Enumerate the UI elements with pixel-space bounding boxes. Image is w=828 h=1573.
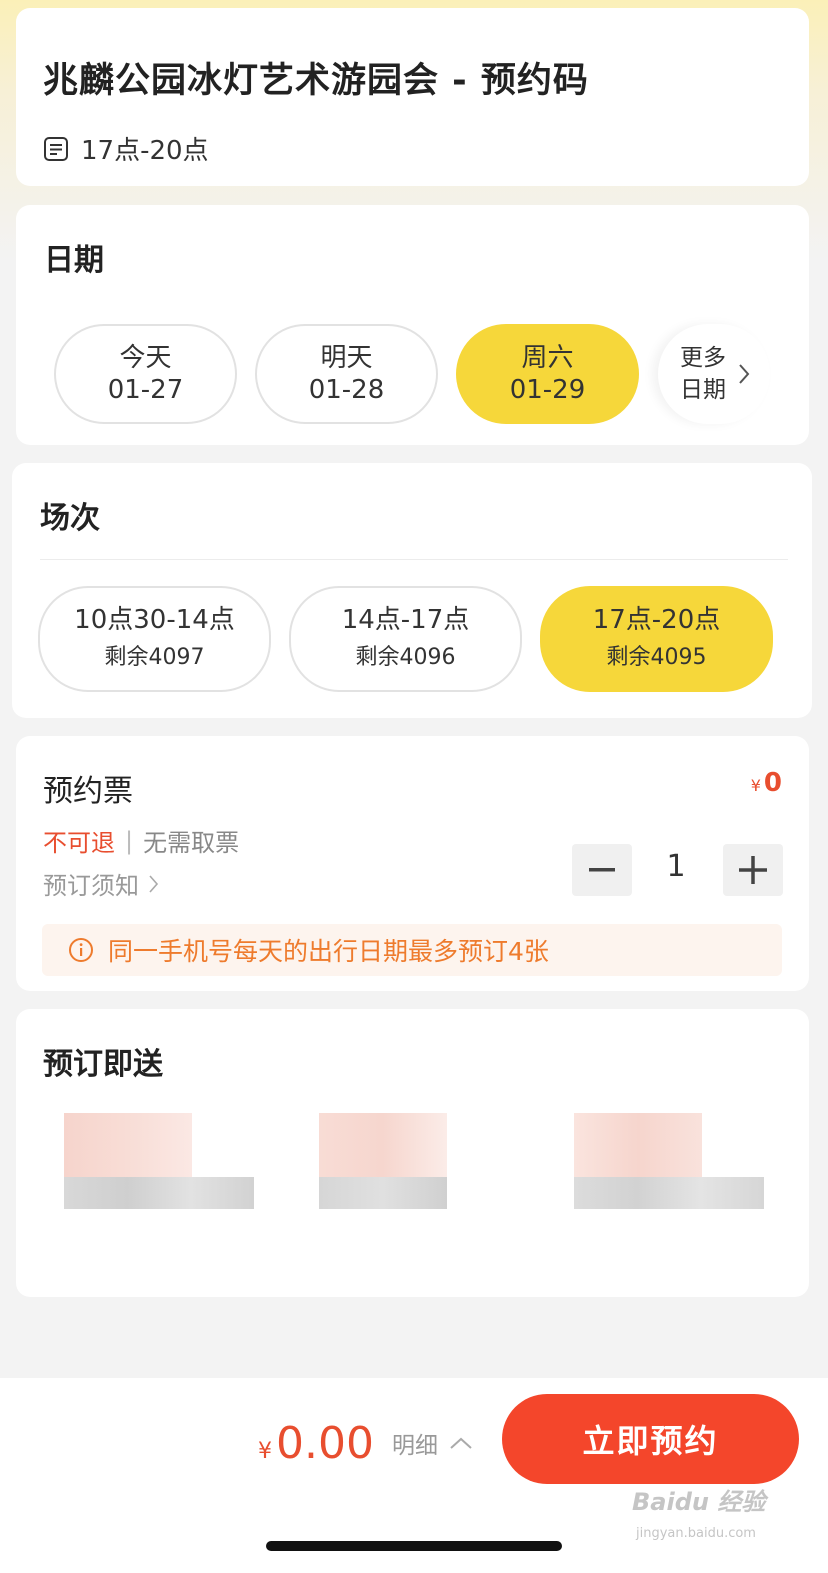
baidu-watermark: Baidu 经验	[632, 1488, 766, 1516]
document-list-icon	[44, 136, 68, 161]
gift-item-blurred	[64, 1113, 264, 1253]
session-option-1[interactable]: 10点30-14点 剩余4097	[38, 586, 271, 692]
section-divider	[40, 559, 788, 560]
quantity-value: 1	[666, 849, 686, 884]
minus-icon	[589, 868, 615, 872]
ticket-tags: 不可退 | 无需取票	[43, 823, 239, 858]
ticket-price: ¥0	[751, 768, 782, 798]
blurred-text	[319, 1177, 447, 1209]
session-section: 场次 10点30-14点 剩余4097 14点-17点 剩余4096 17点-2…	[12, 463, 812, 718]
session-time: 17点-20点	[592, 605, 721, 635]
tag-separator: |	[125, 826, 134, 855]
blurred-image	[319, 1113, 447, 1177]
total-amount: 0.00	[276, 1418, 374, 1469]
blurred-image	[574, 1113, 702, 1177]
date-option-today[interactable]: 今天 01-27	[54, 324, 237, 424]
date-option-day: 今天	[119, 343, 172, 373]
session-time: 14点-17点	[341, 605, 470, 635]
date-option-date: 01-29	[509, 375, 586, 405]
blurred-text	[574, 1177, 764, 1209]
session-time: 10点30-14点	[74, 605, 235, 635]
ticket-section: 预约票 ¥0 不可退 | 无需取票 预订须知 1 同一手机号每天的出行日期最多预…	[16, 736, 809, 991]
plus-icon	[739, 856, 767, 884]
book-now-button[interactable]: 立即预约	[502, 1394, 799, 1484]
baidu-watermark-url: jingyan.baidu.com	[636, 1526, 756, 1541]
increase-quantity-button[interactable]	[723, 844, 783, 896]
price-detail-label: 明细	[392, 1433, 438, 1459]
session-option-2[interactable]: 14点-17点 剩余4096	[289, 586, 522, 692]
booking-limit-text: 同一手机号每天的出行日期最多预订4张	[108, 937, 549, 966]
session-remaining: 剩余4096	[355, 645, 456, 670]
non-refundable-tag: 不可退	[43, 829, 115, 857]
home-indicator[interactable]	[266, 1541, 562, 1551]
chevron-right-icon	[739, 364, 750, 384]
more-dates-label-2: 日期	[680, 377, 726, 403]
gift-item-blurred	[574, 1113, 774, 1253]
session-option-3[interactable]: 17点-20点 剩余4095	[540, 586, 773, 692]
event-title: 兆麟公园冰灯艺术游园会 - 预约码	[43, 61, 589, 101]
session-remaining: 剩余4095	[606, 645, 707, 670]
date-option-date: 01-27	[107, 375, 184, 405]
date-section: 日期 今天 01-27 明天 01-28 周六 01-29 更多 日期	[16, 205, 809, 445]
info-icon	[69, 938, 93, 962]
date-option-day: 明天	[320, 343, 373, 373]
total-price: ¥ 0.00	[258, 1418, 374, 1469]
currency-symbol: ¥	[258, 1439, 272, 1464]
date-option-day: 周六	[521, 343, 574, 373]
blurred-text	[64, 1177, 254, 1209]
chevron-up-icon	[450, 1437, 472, 1449]
ticket-price-value: 0	[763, 768, 782, 798]
booking-notice-label: 预订须知	[43, 872, 139, 900]
decrease-quantity-button[interactable]	[572, 844, 632, 896]
session-summary-text: 17点-20点	[81, 136, 209, 166]
gift-section: 预订即送	[16, 1009, 809, 1297]
ticket-title: 预约票	[43, 774, 133, 809]
date-option-saturday[interactable]: 周六 01-29	[456, 324, 639, 424]
more-dates-label-1: 更多	[680, 345, 726, 371]
gift-item-blurred	[319, 1113, 519, 1253]
blurred-image	[64, 1113, 192, 1177]
chevron-right-icon	[149, 874, 159, 893]
event-header-card: 兆麟公园冰灯艺术游园会 - 预约码 17点-20点	[16, 8, 809, 186]
gift-section-title: 预订即送	[43, 1047, 163, 1082]
booking-notice-link[interactable]: 预订须知	[43, 866, 159, 901]
more-dates-button[interactable]: 更多 日期	[658, 324, 770, 424]
no-pickup-tag: 无需取票	[143, 829, 240, 857]
date-option-date: 01-28	[308, 375, 385, 405]
session-remaining: 剩余4097	[104, 645, 205, 670]
date-option-tomorrow[interactable]: 明天 01-28	[255, 324, 438, 424]
currency-symbol: ¥	[750, 776, 761, 795]
session-section-title: 场次	[40, 501, 100, 536]
date-section-title: 日期	[44, 243, 104, 278]
price-detail-toggle[interactable]: 明细	[392, 1426, 472, 1460]
session-summary: 17点-20点	[43, 130, 209, 167]
booking-limit-notice: 同一手机号每天的出行日期最多预订4张	[42, 924, 782, 976]
